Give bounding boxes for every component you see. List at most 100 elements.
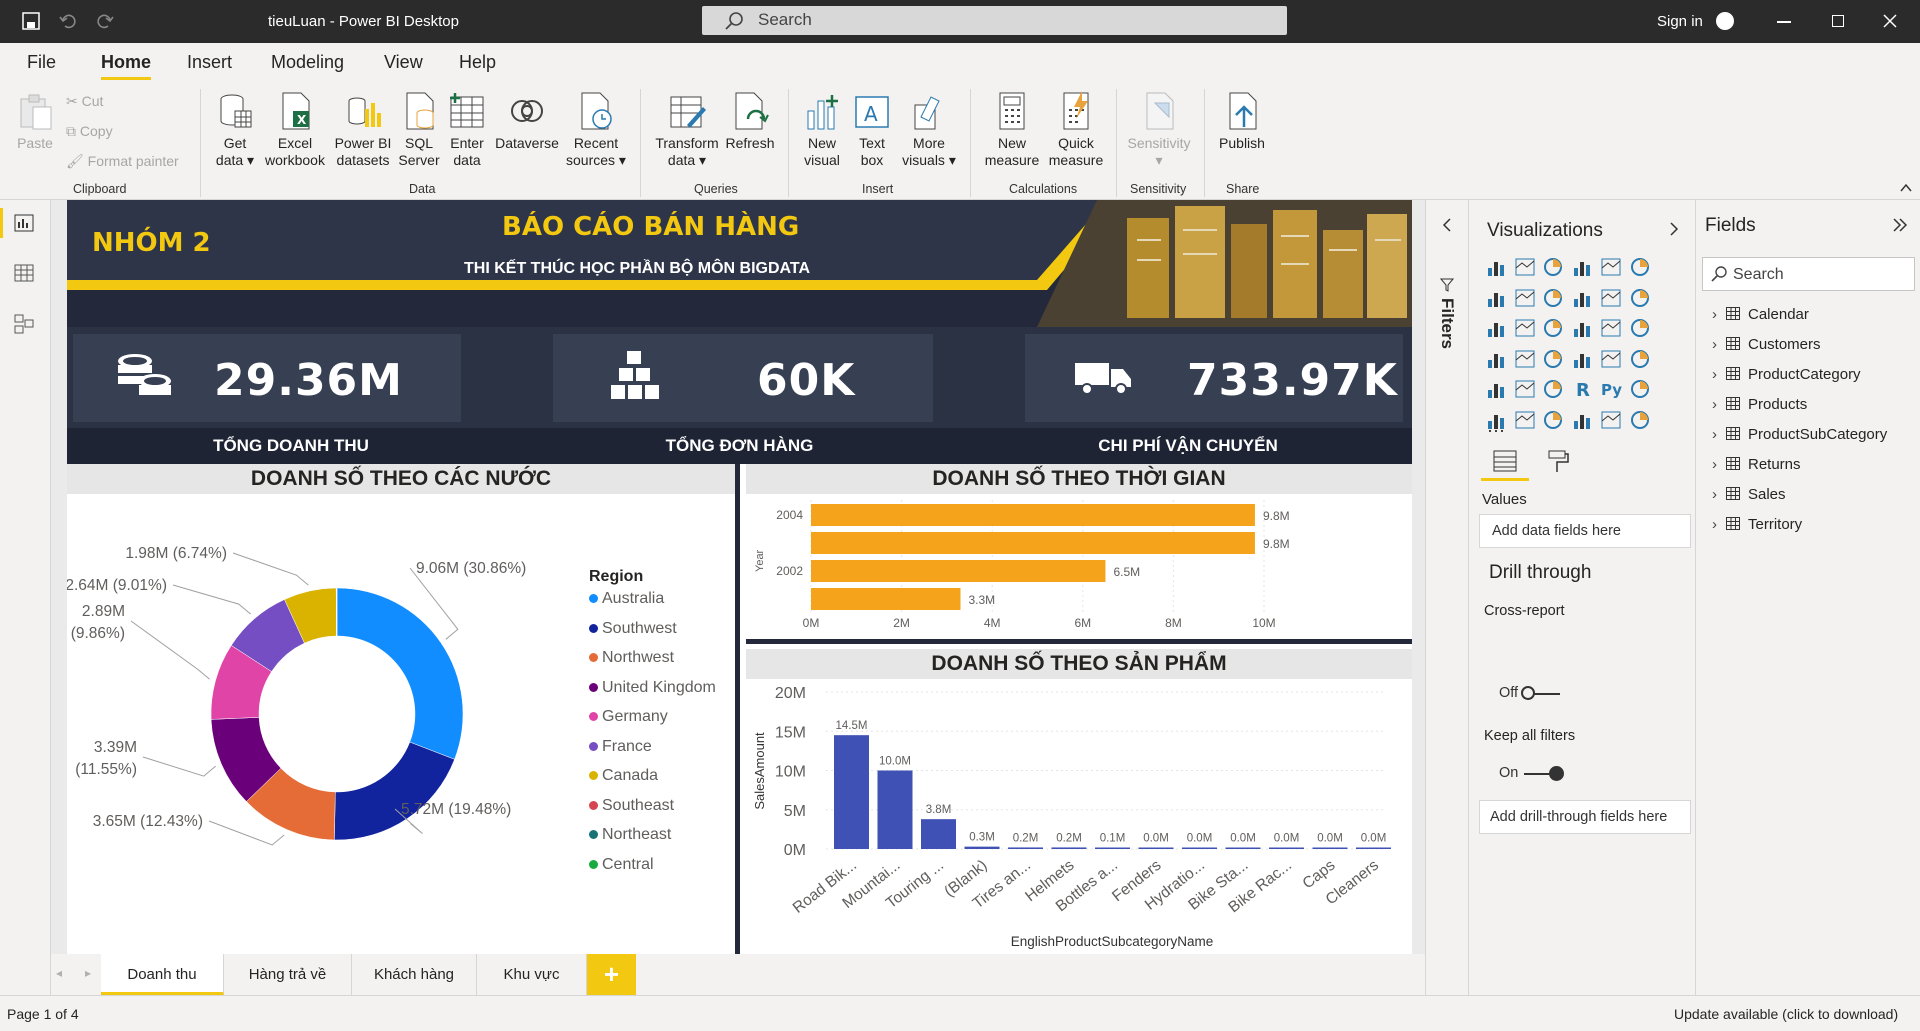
sensitivity-button[interactable]: Sensitivity ▾ — [1124, 91, 1194, 169]
donut-slice-australia[interactable] — [336, 587, 464, 760]
keep-filters-toggle[interactable] — [1549, 766, 1564, 781]
bar-12[interactable] — [1356, 847, 1391, 850]
quick-measure-button[interactable]: Quick measure — [1046, 91, 1106, 169]
table-icon[interactable] — [1514, 378, 1536, 400]
tab-scroll-left-icon[interactable]: ◂ — [56, 966, 62, 980]
line-column-icon[interactable] — [1571, 287, 1593, 309]
legend-item-united-kingdom[interactable]: United Kingdom — [589, 679, 716, 697]
add-data-fields-drop[interactable]: Add data fields here — [1479, 514, 1691, 548]
model-view-icon[interactable] — [14, 314, 34, 334]
save-icon[interactable] — [22, 12, 40, 30]
fields-well-icon[interactable] — [1493, 450, 1517, 472]
page-tab-khu-vuc[interactable]: Khu vực — [477, 954, 587, 995]
tab-scroll-right-icon[interactable]: ▸ — [85, 966, 91, 980]
avatar[interactable] — [1716, 12, 1734, 30]
kpi-icon[interactable] — [1629, 348, 1651, 370]
collapse-ribbon-icon[interactable] — [1900, 183, 1912, 193]
field-table-returns[interactable]: › Returns — [1712, 456, 1801, 473]
format-painter-button[interactable]: 🖌 Format painter — [66, 153, 179, 170]
undo-icon[interactable] — [59, 12, 77, 30]
report-view-icon[interactable] — [14, 214, 34, 232]
field-table-sales[interactable]: › Sales — [1712, 486, 1786, 503]
publish-button[interactable]: Publish — [1214, 91, 1270, 152]
100-column-icon[interactable] — [1629, 256, 1651, 278]
tab-home[interactable]: Home — [101, 52, 151, 73]
get-data-button[interactable]: Get data ▾ — [210, 91, 260, 169]
bar-11[interactable] — [1312, 847, 1348, 850]
field-table-calendar[interactable]: › Calendar — [1712, 306, 1809, 323]
clustered-bar-icon[interactable] — [1542, 256, 1564, 278]
paginated-icon[interactable] — [1542, 409, 1564, 431]
minimize-button[interactable] — [1777, 21, 1791, 23]
sql-server-button[interactable]: SQL Server — [396, 91, 442, 169]
chevron-right-icon[interactable] — [1669, 222, 1679, 236]
redo-icon[interactable] — [96, 12, 114, 30]
sign-in-link[interactable]: Sign in — [1657, 13, 1703, 30]
map-icon[interactable] — [1485, 348, 1507, 370]
legend-item-canada[interactable]: Canada — [589, 767, 658, 785]
cut-button[interactable]: ✂ Cut — [66, 93, 103, 110]
legend-item-australia[interactable]: Australia — [589, 590, 664, 608]
tab-help[interactable]: Help — [459, 52, 496, 73]
tab-modeling[interactable]: Modeling — [271, 52, 344, 73]
line-icon[interactable] — [1485, 287, 1507, 309]
fields-search-input[interactable]: Search — [1702, 257, 1915, 291]
power-apps-icon[interactable] — [1600, 409, 1622, 431]
page-tab-hang-tra-ve[interactable]: Hàng trả về — [224, 954, 352, 995]
field-table-customers[interactable]: › Customers — [1712, 336, 1821, 353]
legend-item-northwest[interactable]: Northwest — [589, 649, 674, 667]
time-bar-visual[interactable]: DOANH SỐ THEO THỜI GIAN 0M 2M 4M 6M 8M 10M 9.8… — [746, 464, 1412, 644]
refresh-button[interactable]: Refresh — [722, 91, 778, 152]
stacked-area-icon[interactable] — [1542, 287, 1564, 309]
filled-map-icon[interactable] — [1514, 348, 1536, 370]
enter-data-button[interactable]: Enter data — [446, 91, 488, 169]
bar-2002[interactable] — [811, 560, 1106, 582]
treemap-icon[interactable] — [1629, 317, 1651, 339]
bar-2004[interactable] — [811, 504, 1255, 526]
legend-item-france[interactable]: France — [589, 738, 652, 756]
transform-data-button[interactable]: Transform data ▾ — [654, 91, 720, 169]
new-measure-button[interactable]: New measure — [980, 91, 1044, 169]
recent-sources-button[interactable]: Recent sources ▾ — [566, 91, 626, 169]
bar-2003[interactable] — [811, 532, 1255, 554]
power-bi-datasets-button[interactable]: Power BI datasets — [330, 91, 396, 169]
legend-item-southeast[interactable]: Southeast — [589, 797, 674, 815]
update-link[interactable]: Update available (click to download) — [1674, 1006, 1898, 1022]
more-visuals-icon[interactable]: ··· — [1487, 420, 1505, 441]
product-bar-visual[interactable]: DOANH SỐ THEO SẢN PHẨM 20M 15M 10M 5M 0M 14.5… — [746, 649, 1412, 954]
scatter-icon[interactable] — [1542, 317, 1564, 339]
copy-button[interactable]: ⧉ Copy — [66, 123, 113, 140]
bar-4[interactable] — [1008, 847, 1043, 849]
bar-8[interactable] — [1182, 847, 1217, 850]
stacked-bar-icon[interactable] — [1485, 256, 1507, 278]
field-table-products[interactable]: › Products — [1712, 396, 1807, 413]
multi-row-card-icon[interactable] — [1600, 348, 1622, 370]
r-visual-icon[interactable]: R — [1571, 378, 1593, 400]
bar-7[interactable] — [1138, 847, 1174, 850]
smart-narrative-icon[interactable] — [1629, 378, 1651, 400]
field-table-productcategory[interactable]: › ProductCategory — [1712, 366, 1861, 383]
chevron-left-icon[interactable] — [1442, 218, 1452, 232]
q-and-a-icon[interactable] — [1514, 409, 1536, 431]
add-page-button[interactable]: + — [587, 954, 636, 995]
dataverse-button[interactable]: Dataverse — [492, 91, 562, 152]
donut-visual[interactable]: DOANH SỐ THEO CÁC NƯỚC 9.06M (30.86%) 5.7… — [67, 464, 740, 954]
donut-slice-southwest[interactable] — [334, 741, 455, 841]
waterfall-icon[interactable] — [1629, 287, 1651, 309]
format-paint-roller-icon[interactable] — [1547, 450, 1569, 474]
field-table-territory[interactable]: › Territory — [1712, 516, 1802, 533]
legend-item-southwest[interactable]: Southwest — [589, 620, 677, 638]
donut-icon[interactable] — [1600, 317, 1622, 339]
100-bar-icon[interactable] — [1600, 256, 1622, 278]
collapse-pane-icon[interactable] — [1892, 218, 1908, 232]
paste-button[interactable]: Paste — [14, 91, 56, 152]
area-icon[interactable] — [1514, 287, 1536, 309]
data-view-icon[interactable] — [14, 264, 34, 282]
excel-workbook-button[interactable]: X Excel workbook — [262, 91, 328, 169]
bar-5[interactable] — [1051, 847, 1087, 849]
card-icon[interactable] — [1571, 348, 1593, 370]
gauge-icon[interactable] — [1542, 348, 1564, 370]
bar-1[interactable] — [877, 770, 913, 850]
pie-icon[interactable] — [1571, 317, 1593, 339]
tab-view[interactable]: View — [384, 52, 423, 73]
